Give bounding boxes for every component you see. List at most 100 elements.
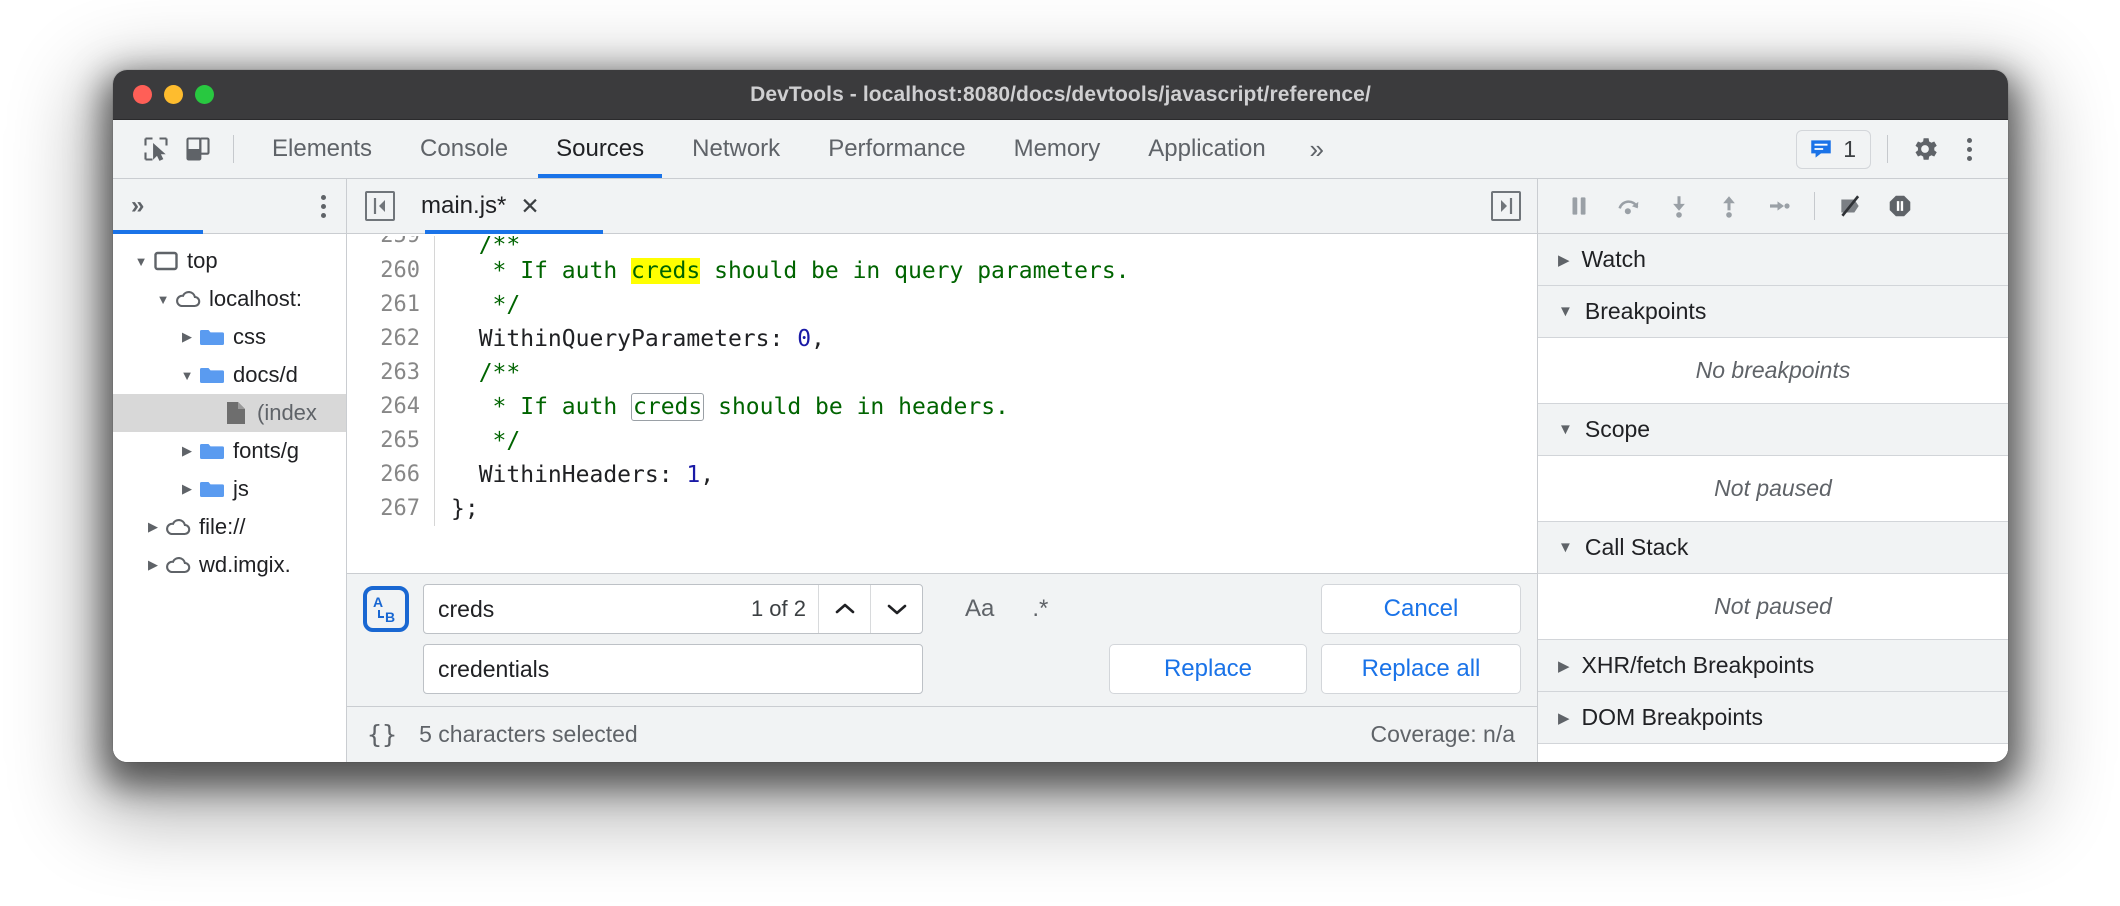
code-line[interactable]: 259 /**	[347, 236, 1537, 254]
folder-icon	[197, 441, 227, 461]
tree-item-wd-imgix[interactable]: ▶ wd.imgix.	[113, 546, 346, 584]
twisty-down-icon[interactable]: ▼	[153, 292, 173, 307]
tree-item-label: js	[233, 476, 249, 502]
more-panes-icon[interactable]: »	[131, 192, 141, 220]
tree-item-label: file://	[199, 514, 245, 540]
pause-icon[interactable]	[1556, 185, 1602, 227]
tab-elements[interactable]: Elements	[248, 120, 396, 178]
step-out-icon[interactable]	[1706, 185, 1752, 227]
replace-all-button[interactable]: Replace all	[1321, 644, 1521, 694]
tree-item-label: fonts/g	[233, 438, 299, 464]
tree-item-label: wd.imgix.	[199, 552, 291, 578]
toolbar-divider-2	[1887, 135, 1888, 163]
line-content: /**	[435, 360, 520, 386]
gear-icon[interactable]	[1904, 128, 1946, 170]
window-title: DevTools - localhost:8080/docs/devtools/…	[113, 83, 2008, 107]
tree-item-file-protocol[interactable]: ▶ file://	[113, 508, 346, 546]
twisty-down-icon: ▼	[1558, 421, 1573, 438]
svg-text:B: B	[385, 609, 395, 625]
tree-item-label: localhost:	[209, 286, 302, 312]
tree-item-docs[interactable]: ▼ docs/d	[113, 356, 346, 394]
debugger-pane: ▶ Watch ▼ Breakpoints No breakpoints ▼ S…	[1538, 179, 2008, 762]
code-line[interactable]: 260 * If auth creds should be in query p…	[347, 254, 1537, 288]
pause-on-exceptions-icon[interactable]	[1877, 185, 1923, 227]
code-line[interactable]: 264 * If auth creds should be in headers…	[347, 390, 1537, 424]
expand-sidebar-icon[interactable]	[1491, 191, 1521, 221]
folder-icon	[197, 479, 227, 499]
code-line[interactable]: 266 WithinHeaders: 1,	[347, 458, 1537, 492]
tree-item-js[interactable]: ▶ js	[113, 470, 346, 508]
tree-item-label: (index	[257, 400, 317, 426]
twisty-right-icon: ▶	[1558, 657, 1570, 675]
twisty-right-icon[interactable]: ▶	[143, 557, 163, 573]
tab-memory[interactable]: Memory	[990, 120, 1125, 178]
tree-item-label: docs/d	[233, 362, 298, 388]
twisty-down-icon[interactable]: ▼	[131, 254, 151, 269]
code-line[interactable]: 261 */	[347, 288, 1537, 322]
file-tree: ▼ top ▼ localhost: ▶	[113, 234, 346, 762]
minimize-window-button[interactable]	[164, 85, 183, 104]
editor-pane: main.js* ✕ 259 /** 260	[347, 179, 1538, 762]
collapse-sidebar-icon[interactable]	[365, 191, 395, 221]
section-dom-breakpoints[interactable]: ▶ DOM Breakpoints	[1538, 692, 2008, 744]
tab-network[interactable]: Network	[668, 120, 804, 178]
tree-item-index[interactable]: (index	[113, 394, 346, 432]
section-call-stack[interactable]: ▼ Call Stack	[1538, 522, 2008, 574]
navigator-toolbar: »	[113, 179, 346, 234]
more-tabs-icon[interactable]: »	[1290, 120, 1344, 178]
step-over-icon[interactable]	[1606, 185, 1652, 227]
match-case-button[interactable]: Aa	[961, 595, 998, 623]
code-line[interactable]: 267 };	[347, 492, 1537, 526]
device-toolbar-icon[interactable]	[177, 128, 219, 170]
regex-button[interactable]: .*	[1028, 595, 1052, 623]
tab-application[interactable]: Application	[1124, 120, 1289, 178]
navigator-menu-icon[interactable]	[321, 195, 326, 218]
line-content: * If auth creds should be in headers.	[435, 394, 1009, 420]
code-line[interactable]: 263 /**	[347, 356, 1537, 390]
replace-button[interactable]: Replace	[1109, 644, 1307, 694]
step-icon[interactable]	[1756, 185, 1802, 227]
code-editor[interactable]: 259 /** 260 * If auth creds should be in…	[347, 234, 1537, 573]
editor-tab-mainjs[interactable]: main.js* ✕	[421, 192, 540, 220]
twisty-right-icon[interactable]: ▶	[177, 443, 197, 459]
frame-icon	[151, 251, 181, 271]
search-input[interactable]: creds 1 of 2	[424, 585, 818, 633]
maximize-window-button[interactable]	[195, 85, 214, 104]
tree-item-localhost[interactable]: ▼ localhost:	[113, 280, 346, 318]
cloud-icon	[163, 517, 193, 537]
section-breakpoints[interactable]: ▼ Breakpoints	[1538, 286, 2008, 338]
twisty-right-icon[interactable]: ▶	[177, 481, 197, 497]
console-messages-badge[interactable]: 1	[1796, 130, 1871, 169]
tree-item-fonts[interactable]: ▶ fonts/g	[113, 432, 346, 470]
pretty-print-icon[interactable]: {}	[367, 720, 397, 749]
twisty-right-icon[interactable]: ▶	[143, 519, 163, 535]
replace-row: credentials Replace Replace all	[363, 644, 1521, 694]
step-into-icon[interactable]	[1656, 185, 1702, 227]
inspect-cursor-icon[interactable]	[135, 128, 177, 170]
close-window-button[interactable]	[133, 85, 152, 104]
window-titlebar: DevTools - localhost:8080/docs/devtools/…	[113, 70, 2008, 120]
code-line[interactable]: 265 */	[347, 424, 1537, 458]
deactivate-breakpoints-icon[interactable]	[1827, 185, 1873, 227]
kebab-menu-icon[interactable]	[1948, 128, 1990, 170]
tree-item-top[interactable]: ▼ top	[113, 242, 346, 280]
twisty-down-icon[interactable]: ▼	[177, 368, 197, 383]
devtools-main-toolbar: Elements Console Sources Network Perform…	[113, 120, 2008, 179]
section-watch[interactable]: ▶ Watch	[1538, 234, 2008, 286]
close-icon[interactable]: ✕	[520, 193, 539, 220]
chevron-up-icon[interactable]	[818, 585, 870, 633]
chevron-down-icon[interactable]	[870, 585, 922, 633]
console-message-count: 1	[1843, 136, 1856, 163]
cancel-button[interactable]: Cancel	[1321, 584, 1521, 634]
a-to-b-replace-icon[interactable]: A B	[363, 586, 409, 632]
section-xhr-fetch-breakpoints[interactable]: ▶ XHR/fetch Breakpoints	[1538, 640, 2008, 692]
twisty-right-icon: ▶	[1558, 709, 1570, 727]
section-scope[interactable]: ▼ Scope	[1538, 404, 2008, 456]
code-line[interactable]: 262 WithinQueryParameters: 0,	[347, 322, 1537, 356]
tab-performance[interactable]: Performance	[804, 120, 989, 178]
tab-sources[interactable]: Sources	[532, 120, 668, 178]
replace-input[interactable]: credentials	[423, 644, 923, 694]
twisty-right-icon[interactable]: ▶	[177, 329, 197, 345]
tree-item-css[interactable]: ▶ css	[113, 318, 346, 356]
tab-console[interactable]: Console	[396, 120, 532, 178]
